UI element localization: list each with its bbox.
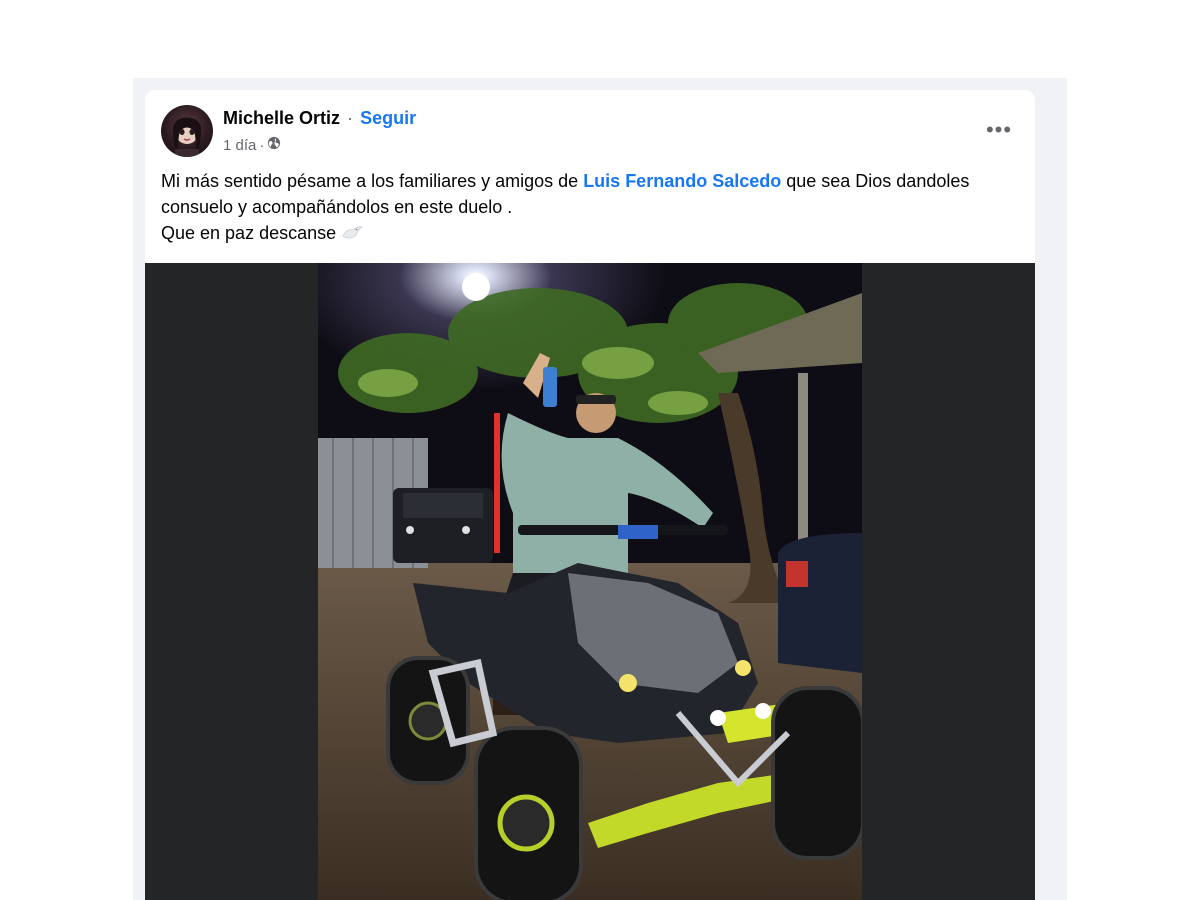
- avatar-image: [172, 117, 202, 157]
- follow-button[interactable]: Seguir: [360, 108, 416, 128]
- meta-separator: ·: [259, 136, 265, 154]
- separator: ·: [347, 108, 354, 128]
- message-paragraph-1: Mi más sentido pésame a los familiares y…: [161, 168, 1021, 220]
- post-photo[interactable]: [318, 263, 862, 900]
- avatar[interactable]: [161, 105, 213, 157]
- white-dove-icon: [341, 223, 364, 243]
- globe-icon: [267, 136, 281, 154]
- author-line: Michelle Ortiz · Seguir: [223, 108, 416, 129]
- author-name[interactable]: Michelle Ortiz: [223, 108, 340, 128]
- more-options-icon: •••: [985, 117, 1013, 142]
- post-meta: 1 día ·: [223, 136, 281, 154]
- photo-image: [318, 263, 862, 900]
- more-options-button[interactable]: •••: [981, 112, 1017, 148]
- post-header: Michelle Ortiz · Seguir 1 día · •••: [161, 104, 1019, 160]
- post-card: Michelle Ortiz · Seguir 1 día · ••• Mi m…: [145, 90, 1035, 900]
- mention-link[interactable]: Luis Fernando Salcedo: [583, 171, 781, 191]
- message-text-before: Mi más sentido pésame a los familiares y…: [161, 171, 584, 191]
- message-text-line2: Que en paz descanse: [161, 223, 337, 243]
- post-media: [145, 263, 1035, 900]
- post-message: Mi más sentido pésame a los familiares y…: [161, 168, 1021, 246]
- post-timestamp[interactable]: 1 día: [223, 137, 256, 154]
- message-paragraph-2: Que en paz descanse: [161, 220, 1021, 246]
